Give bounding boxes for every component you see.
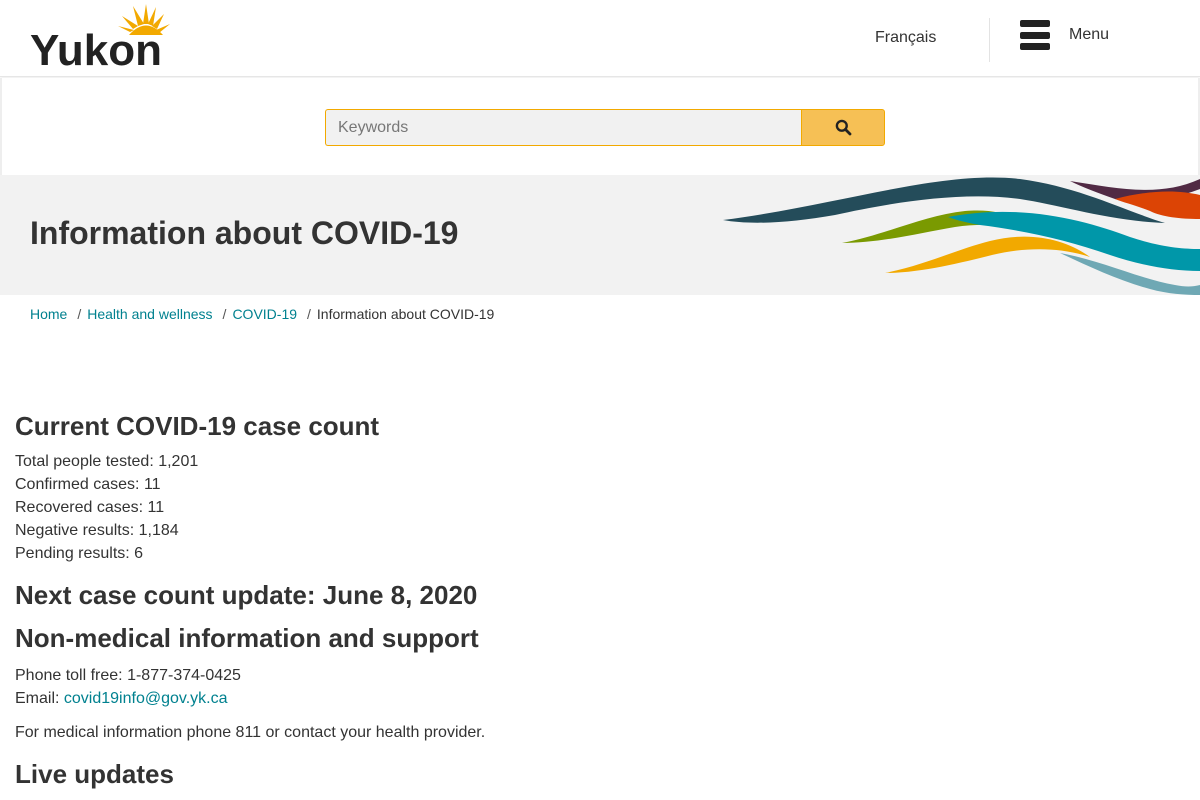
site-header: Yukon Français Menu — [0, 0, 1200, 77]
case-line-pending: Pending results: 6 — [15, 545, 144, 562]
hamburger-menu-icon — [1020, 20, 1050, 50]
next-update-heading: Next case count update: June 8, 2020 — [15, 580, 478, 610]
phone-line: Phone toll free: 1-877-374-0425 — [15, 667, 241, 684]
case-line-total-tested: Total people tested: 1,201 — [15, 453, 199, 470]
live-updates-heading: Live updates — [15, 759, 174, 789]
menu-label: Menu — [1069, 26, 1110, 43]
yukon-sun-icon: Yukon — [30, 4, 170, 70]
search-input[interactable] — [325, 109, 801, 146]
breadcrumb-separator: / — [307, 306, 311, 322]
breadcrumb-health-link[interactable]: Health and wellness — [87, 306, 212, 322]
case-line-recovered: Recovered cases: 11 — [15, 499, 165, 516]
svg-text:Yukon: Yukon — [30, 26, 162, 70]
menu-button[interactable]: Menu — [1020, 18, 1109, 52]
case-line-confirmed: Confirmed cases: 11 — [15, 476, 161, 493]
breadcrumb-separator: / — [77, 306, 82, 322]
email-link[interactable]: covid19info@gov.yk.ca — [64, 690, 228, 707]
breadcrumb: Home / Health and wellness / COVID-19 / … — [30, 306, 494, 322]
page-title: Information about COVID-19 — [30, 215, 459, 251]
nonmedical-heading: Non-medical information and support — [15, 623, 479, 653]
hero-banner: Information about COVID-19 — [0, 175, 1200, 295]
contact-info: Phone toll free: 1-877-374-0425 Email: c… — [15, 664, 1185, 710]
search-button[interactable] — [801, 109, 885, 146]
breadcrumb-covid-link[interactable]: COVID-19 — [232, 306, 297, 322]
breadcrumb-home-link[interactable]: Home — [30, 306, 67, 322]
medical-info-line: For medical information phone 811 or con… — [15, 724, 486, 741]
language-toggle-link[interactable]: Français — [875, 29, 936, 47]
email-label: Email: — [15, 690, 60, 707]
header-divider — [989, 18, 990, 62]
breadcrumb-current: Information about COVID-19 — [316, 306, 495, 322]
main-content: Current COVID-19 case count Total people… — [15, 408, 1185, 792]
search-icon — [835, 119, 851, 136]
search-band — [0, 78, 1200, 175]
case-count-list: Total people tested: 1,201 Confirmed cas… — [15, 450, 1185, 565]
case-line-negative: Negative results: 1,184 — [15, 522, 179, 539]
decorative-waves-graphic — [723, 177, 1200, 295]
case-count-heading: Current COVID-19 case count — [15, 411, 380, 441]
breadcrumb-separator: / — [222, 306, 227, 322]
email-line: Email: covid19info@gov.yk.ca — [15, 687, 1185, 710]
